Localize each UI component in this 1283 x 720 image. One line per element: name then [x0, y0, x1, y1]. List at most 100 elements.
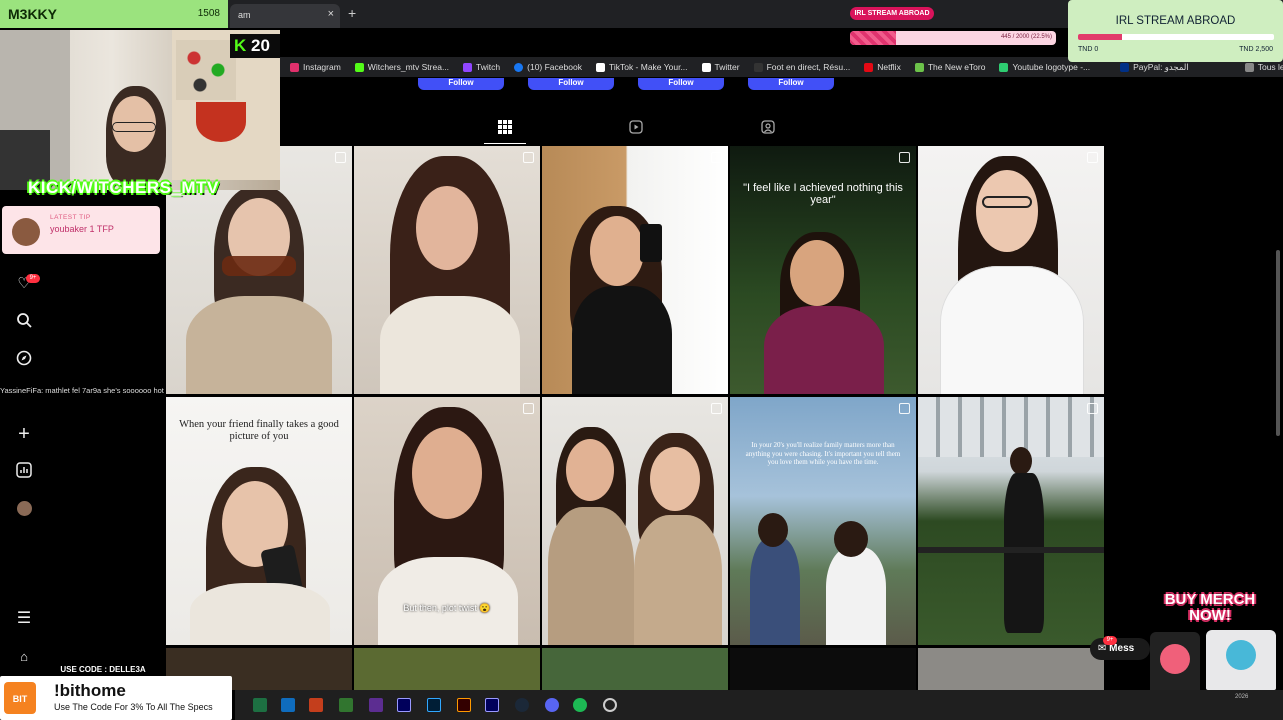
powerpoint-icon[interactable] — [309, 698, 323, 712]
bookmark-foot[interactable]: Foot en direct, Résu... — [753, 62, 850, 72]
reels-icon — [629, 120, 643, 134]
paypal-icon — [1120, 62, 1130, 72]
netflix-icon — [864, 62, 874, 72]
goal-progress-bar: 445 / 2000 (22.5%) — [850, 31, 1056, 45]
visual-studio-icon[interactable] — [369, 698, 383, 712]
after-effects-icon[interactable] — [397, 698, 411, 712]
spotify-icon[interactable] — [573, 698, 587, 712]
twitter-icon — [701, 62, 711, 72]
menu-icon[interactable]: ☰ — [14, 609, 34, 629]
goal-max: TND 2,500 — [1239, 46, 1273, 53]
reels-tab[interactable] — [629, 120, 643, 137]
steam-icon[interactable] — [515, 698, 529, 712]
bookmark-netflix[interactable]: Netflix — [864, 62, 901, 72]
bookmark-tiktok[interactable]: TikTok - Make Your... — [595, 62, 688, 72]
post-6[interactable]: When your friend finally takes a good pi… — [166, 397, 352, 645]
tagged-tab[interactable] — [761, 120, 775, 137]
post-7[interactable]: But then, plot twist 😮 — [354, 397, 540, 645]
bookmark-twitter[interactable]: Twitter — [701, 62, 740, 72]
post-3[interactable] — [542, 146, 728, 394]
post-12[interactable] — [354, 648, 540, 690]
streamer-name: M3KKY — [8, 6, 58, 22]
create-icon[interactable]: + — [14, 424, 34, 444]
kick-viewer-badge: K 20 — [230, 34, 280, 58]
post-caption: But then, plot twist 😮 — [403, 603, 491, 613]
etoro-icon — [914, 62, 924, 72]
reel-icon — [1087, 152, 1098, 163]
explore-icon[interactable] — [14, 350, 34, 370]
reel-icon — [335, 152, 346, 163]
post-9[interactable]: In your 20's you'll realize family matte… — [730, 397, 916, 645]
kick-viewer-count: 20 — [251, 36, 270, 55]
illustrator-icon[interactable] — [457, 698, 471, 712]
also-from-meta-icon[interactable]: ⌂ — [14, 647, 34, 667]
grid-tab[interactable] — [498, 120, 512, 137]
profile-avatar[interactable] — [17, 501, 32, 516]
post-13[interactable] — [542, 648, 728, 690]
follow-button-1[interactable]: Follow — [418, 78, 504, 90]
folder-icon — [1244, 62, 1254, 72]
outlook-icon[interactable] — [281, 698, 295, 712]
goal-title: IRL STREAM ABROAD — [1115, 15, 1236, 27]
goal-progress-text: 445 / 2000 (22.5%) — [1000, 34, 1052, 40]
follow-button-2[interactable]: Follow — [528, 78, 614, 90]
taskbar-date: 2026 — [1235, 694, 1249, 700]
search-icon[interactable] — [14, 312, 34, 332]
merch-shirt-dark — [1150, 632, 1200, 692]
post-5[interactable] — [918, 146, 1104, 394]
scrollbar[interactable] — [1276, 250, 1280, 436]
photoshop-icon[interactable] — [427, 698, 441, 712]
post-caption: "I feel like I achieved nothing this yea… — [743, 182, 903, 206]
follow-button-4[interactable]: Follow — [748, 78, 834, 90]
twitch-icon — [463, 62, 473, 72]
tipper-avatar — [12, 218, 40, 246]
bookmark-twitch[interactable]: Twitch — [463, 62, 500, 72]
bookmark-paypal[interactable]: PayPal: المجدو — [1120, 62, 1189, 73]
reel-icon — [711, 403, 722, 414]
tab-title: am — [238, 10, 251, 20]
sponsor-promo: BIT !bithome Use The Code For 3% To All … — [0, 676, 232, 720]
close-tab-icon[interactable]: × — [328, 8, 334, 20]
reel-icon — [899, 152, 910, 163]
post-4[interactable]: "I feel like I achieved nothing this yea… — [730, 146, 916, 394]
notification-badge: 9+ — [26, 274, 40, 283]
reel-icon — [523, 152, 534, 163]
dashboard-icon[interactable] — [14, 462, 34, 482]
bookmark-youtube[interactable]: Youtube logotype -... — [999, 62, 1090, 72]
messages-button[interactable]: ✉ Mess — [1090, 638, 1150, 660]
bookmark-etoro[interactable]: The New eToro — [914, 62, 985, 72]
facebook-icon — [514, 62, 524, 72]
premiere-icon[interactable] — [485, 698, 499, 712]
post-10[interactable] — [918, 397, 1104, 645]
bookmark-instagram[interactable]: Instagram — [290, 62, 341, 72]
tagged-icon — [761, 120, 775, 134]
bookmark-facebook[interactable]: (10) Facebook — [514, 62, 582, 72]
follow-button-3[interactable]: Follow — [638, 78, 724, 90]
browser-tab[interactable]: am × — [230, 4, 340, 28]
merch-shirt-light — [1206, 630, 1276, 690]
reel-icon — [1087, 403, 1098, 414]
kick-icon — [354, 62, 364, 72]
post-14[interactable] — [730, 648, 916, 690]
discord-icon[interactable] — [545, 698, 559, 712]
grid-icon — [498, 120, 512, 134]
streamer-name-bar: M3KKY 1508 — [0, 0, 228, 28]
reel-icon — [899, 403, 910, 414]
post-2[interactable] — [354, 146, 540, 394]
latest-tip-widget: LATEST TIP youbaker 1 TFP — [2, 206, 160, 254]
goal-bar-fill — [1078, 34, 1123, 40]
post-15[interactable] — [918, 648, 1104, 690]
active-tab-indicator — [484, 143, 526, 144]
foot-icon — [753, 62, 763, 72]
bookmark-all[interactable]: Tous les favoris — [1244, 62, 1283, 72]
excel-icon[interactable] — [253, 698, 267, 712]
promo-title: !bithome — [54, 681, 126, 700]
messages-badge: 9+ — [1103, 636, 1117, 645]
post-8[interactable] — [542, 397, 728, 645]
new-tab-icon[interactable]: + — [348, 5, 356, 21]
project-icon[interactable] — [339, 698, 353, 712]
bookmark-kick[interactable]: Witchers_mtv Strea... — [354, 62, 449, 72]
latest-tip-value: youbaker 1 TFP — [50, 224, 114, 234]
obs-icon[interactable] — [603, 698, 617, 712]
kick-logo-icon: K — [234, 36, 247, 55]
